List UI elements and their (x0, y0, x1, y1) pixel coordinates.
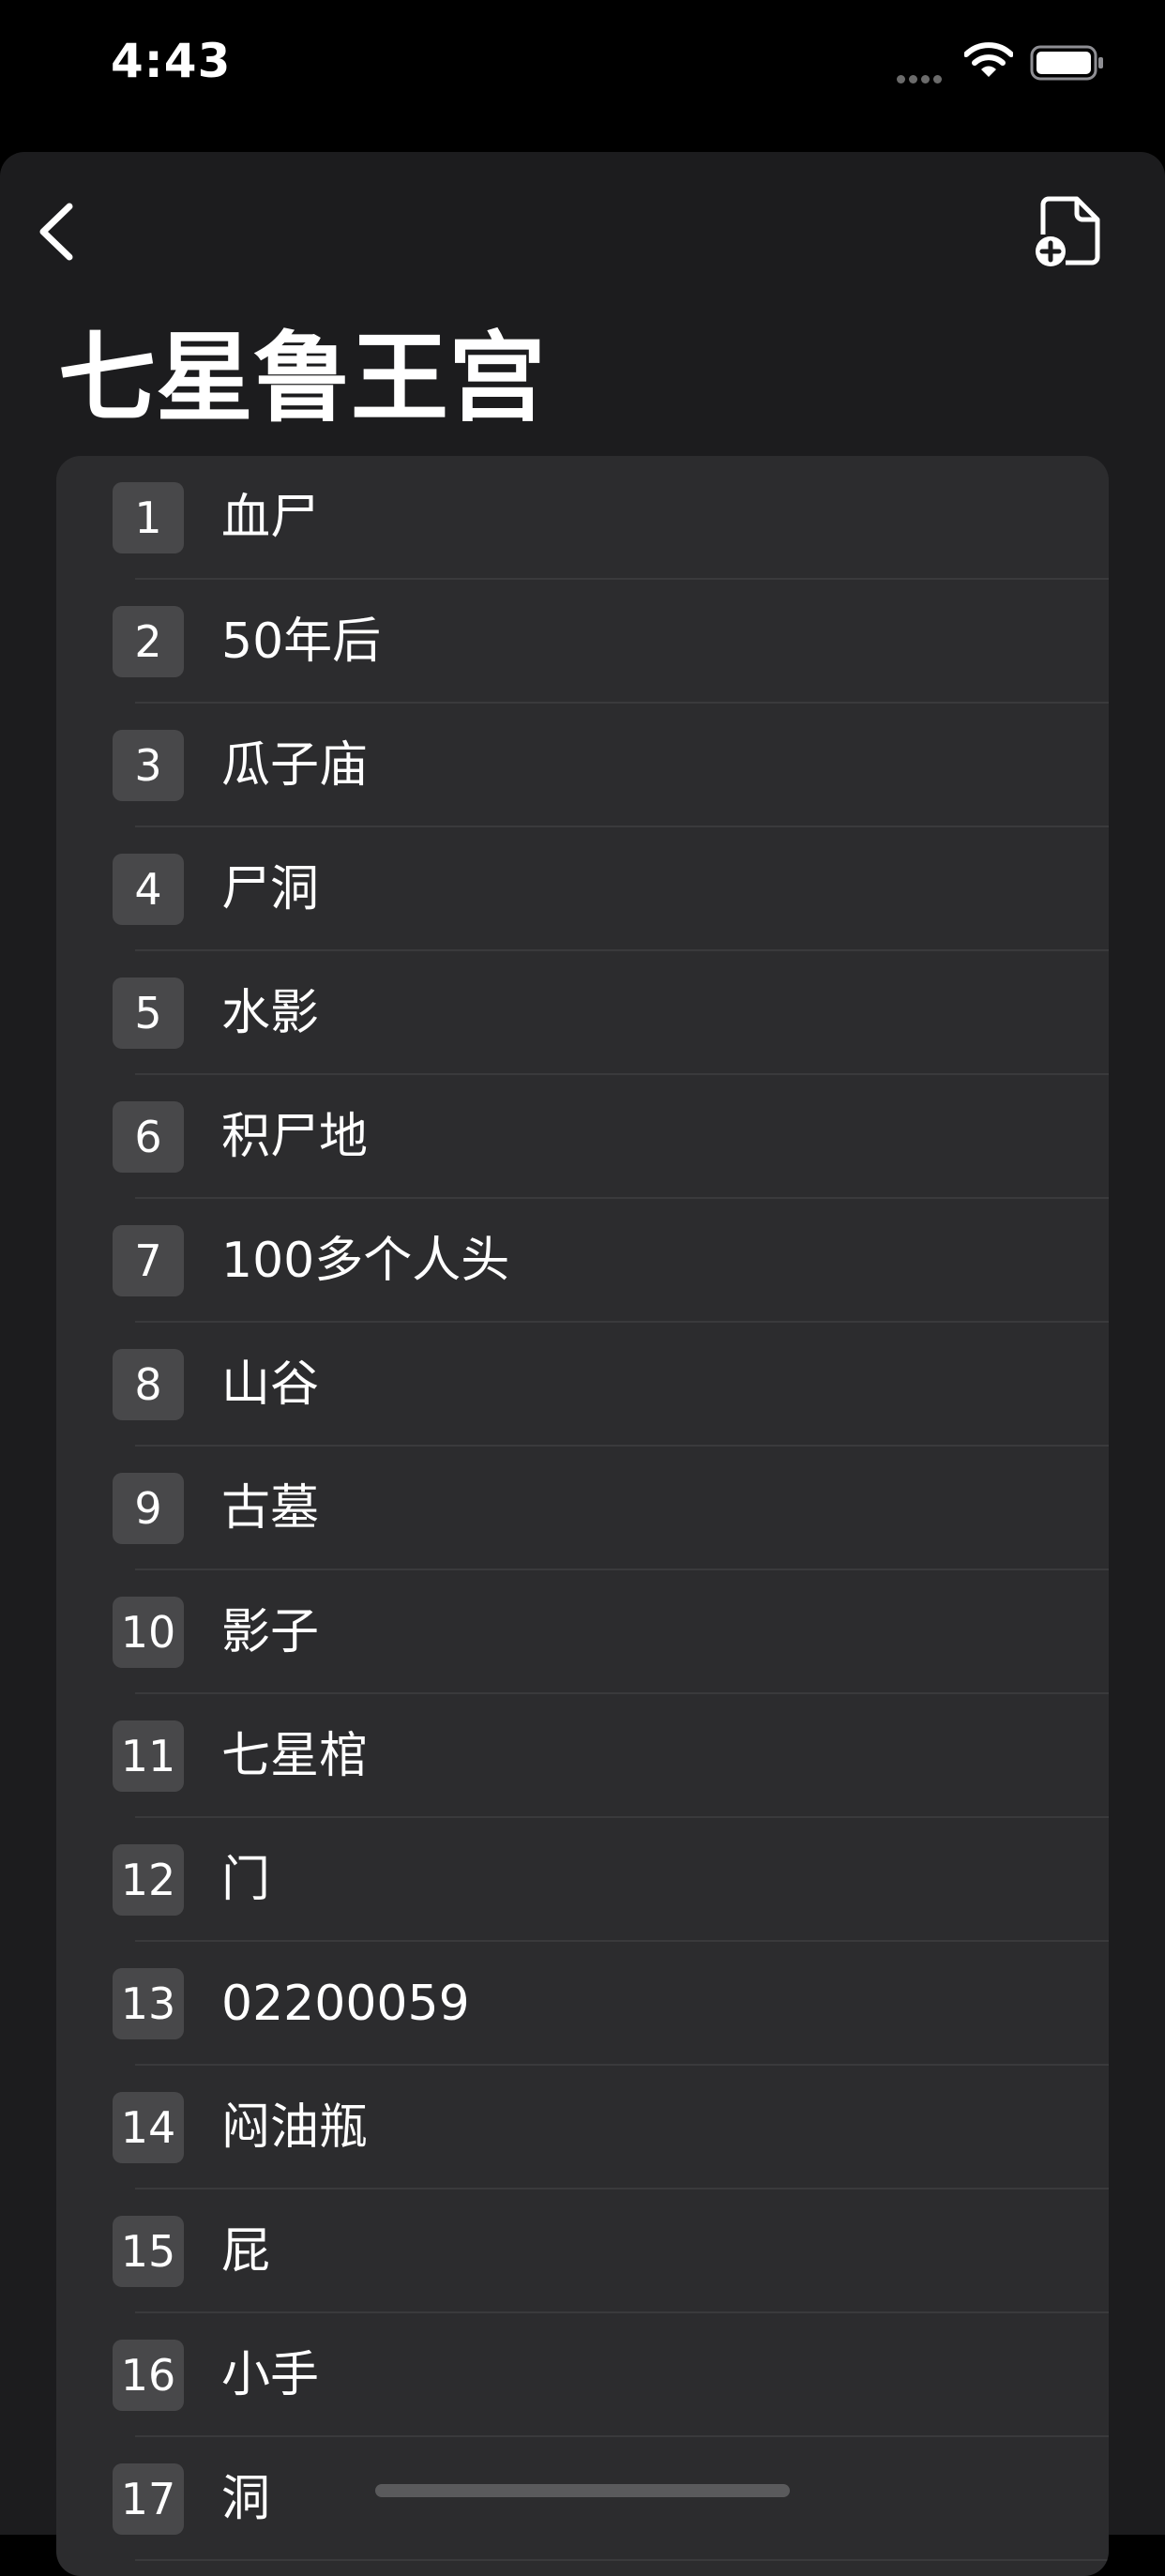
chapter-title: 瓜子庙 (221, 737, 369, 794)
signal-dots-icon (897, 69, 946, 87)
list-item[interactable]: 11 七星棺 (56, 1694, 1109, 1818)
new-document-button[interactable] (1030, 193, 1105, 268)
chapter-number-badge: 14 (113, 2092, 184, 2163)
chapter-title: 闷油瓶 (221, 2099, 369, 2156)
chapter-number-badge: 7 (113, 1225, 184, 1296)
list-item[interactable]: 4 尸洞 (56, 827, 1109, 951)
list-item[interactable]: 7 100多个人头 (56, 1199, 1109, 1323)
page-title: 七星鲁王宫 (58, 321, 547, 435)
list-item[interactable]: 15 屁 (56, 2190, 1109, 2313)
chapter-title: 尸洞 (221, 861, 320, 917)
document-plus-icon (1036, 196, 1100, 266)
chapter-number-badge: 2 (113, 606, 184, 677)
chapter-number-badge: 17 (113, 2463, 184, 2535)
chapter-number-badge: 16 (113, 2340, 184, 2411)
list-item[interactable]: 14 闷油瓶 (56, 2066, 1109, 2190)
back-button[interactable] (34, 199, 90, 265)
battery-icon (1030, 45, 1103, 81)
chapter-title: 100多个人头 (221, 1233, 510, 1289)
list-item[interactable]: 3 瓜子庙 (56, 704, 1109, 827)
chapter-title: 门 (221, 1852, 271, 1908)
chapter-title: 屁 (221, 2223, 271, 2280)
list-item[interactable]: 16 小手 (56, 2313, 1109, 2437)
chapter-title: 山谷 (221, 1356, 320, 1413)
chapter-title: 小手 (221, 2347, 320, 2403)
chapter-list: 1 血尸 2 50年后 3 瓜子庙 4 尸洞 5 水影 6 积尸地 7 100多个人头 8 山谷 9 古墓 10 影子… (56, 456, 1109, 2576)
list-item[interactable]: 2 50年后 (56, 580, 1109, 704)
list-item[interactable]: 17 洞 (56, 2437, 1109, 2561)
list-item[interactable]: 12 门 (56, 1818, 1109, 1942)
row-separator (135, 2559, 1109, 2561)
chevron-left-icon (39, 203, 73, 261)
chapter-title: 七星棺 (221, 1728, 369, 1784)
chapter-title: 水影 (221, 985, 320, 1041)
chapter-number-badge: 1 (113, 482, 184, 553)
list-item[interactable]: 13 02200059 (56, 1942, 1109, 2066)
list-item[interactable]: 9 古墓 (56, 1447, 1109, 1570)
chapter-number-badge: 15 (113, 2216, 184, 2287)
chapter-number-badge: 9 (113, 1473, 184, 1544)
chapter-number-badge: 4 (113, 854, 184, 925)
list-item[interactable]: 8 山谷 (56, 1323, 1109, 1447)
chapter-number-badge: 11 (113, 1720, 184, 1792)
status-bar: 4:43 (0, 0, 1165, 141)
wifi-icon (964, 42, 1013, 77)
chapter-number-badge: 6 (113, 1101, 184, 1173)
chapter-number-badge: 5 (113, 977, 184, 1049)
chapter-number-badge: 10 (113, 1597, 184, 1668)
home-indicator (375, 2484, 790, 2497)
chapter-title: 02200059 (221, 1976, 470, 2032)
chapter-number-badge: 13 (113, 1968, 184, 2039)
chapter-title: 洞 (221, 2471, 271, 2527)
chapter-number-badge: 3 (113, 730, 184, 801)
list-item[interactable]: 10 影子 (56, 1570, 1109, 1694)
chapter-title: 血尸 (221, 490, 320, 546)
chapter-title: 积尸地 (221, 1109, 369, 1165)
chapter-title: 50年后 (221, 614, 382, 670)
chapter-number-badge: 12 (113, 1844, 184, 1916)
chapter-title: 影子 (221, 1604, 320, 1660)
list-item[interactable]: 6 积尸地 (56, 1075, 1109, 1199)
chapter-title: 古墓 (221, 1480, 320, 1537)
chapter-number-badge: 8 (113, 1349, 184, 1420)
list-item[interactable]: 1 血尸 (56, 456, 1109, 580)
status-time: 4:43 (111, 34, 232, 88)
list-item[interactable]: 5 水影 (56, 951, 1109, 1075)
